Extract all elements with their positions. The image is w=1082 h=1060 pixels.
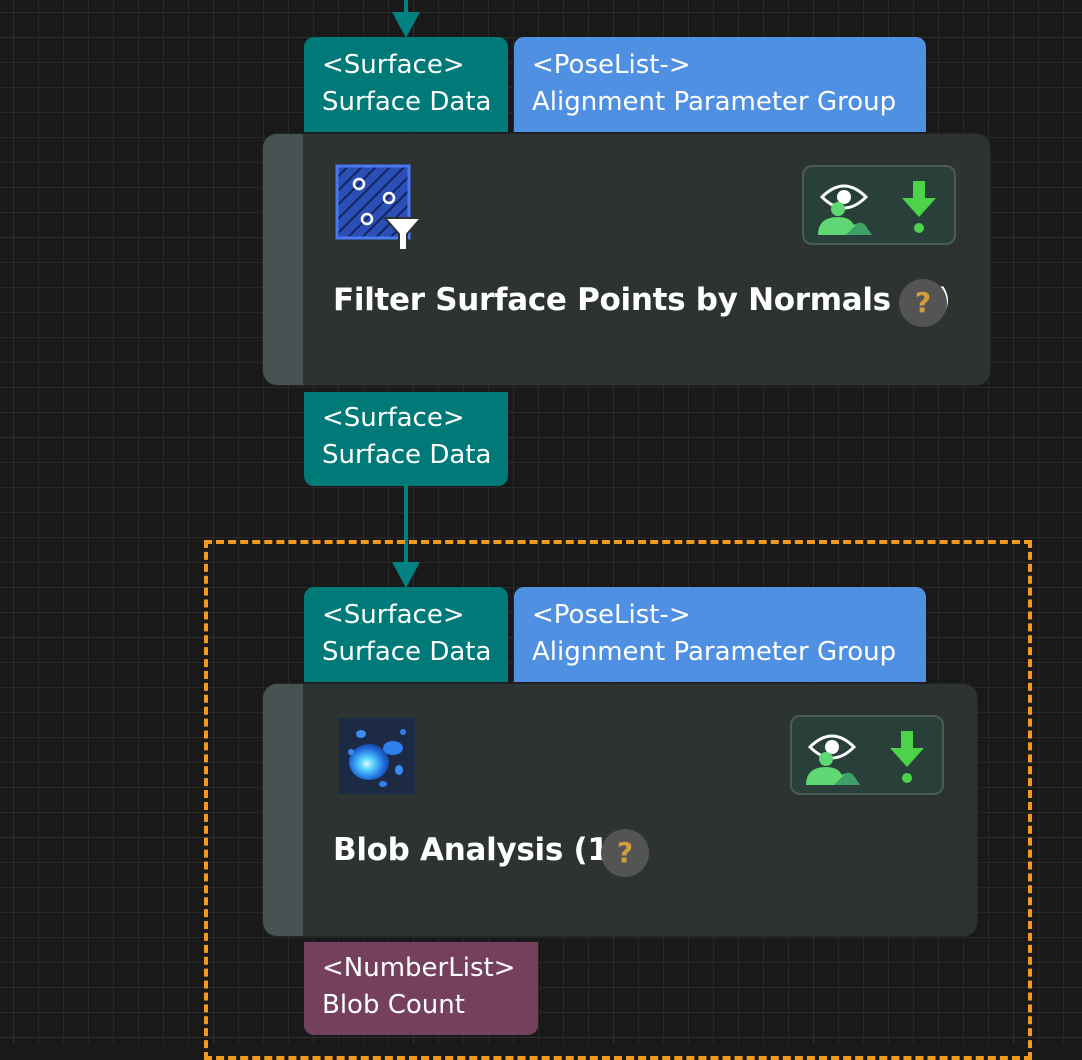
- input-port-alignment-parameter-group[interactable]: <PoseList-> Alignment Parameter Group: [514, 587, 926, 682]
- debug-output-icon[interactable]: [902, 181, 936, 237]
- node-toolbar: [790, 715, 944, 795]
- port-type: <Surface>: [322, 600, 465, 630]
- port-name: Alignment Parameter Group: [532, 637, 897, 667]
- port-type: <Surface>: [322, 50, 465, 80]
- visualize-output-icon[interactable]: [816, 177, 876, 235]
- help-button[interactable]: ?: [899, 279, 947, 327]
- output-port-blob-count[interactable]: <NumberList> Blob Count: [304, 942, 538, 1035]
- port-name: Surface Data: [322, 637, 492, 667]
- node-drag-handle[interactable]: [263, 684, 303, 936]
- step-node-blob-analysis[interactable]: Blob Analysis (1) ?: [263, 684, 977, 936]
- debug-output-icon[interactable]: [890, 731, 924, 787]
- input-port-surface-data[interactable]: <Surface> Surface Data: [304, 37, 508, 132]
- port-type: <NumberList>: [322, 953, 516, 983]
- node-drag-handle[interactable]: [263, 134, 303, 385]
- port-name: Blob Count: [322, 990, 465, 1020]
- port-name: Surface Data: [322, 87, 492, 117]
- output-port-surface-data[interactable]: <Surface> Surface Data: [304, 392, 508, 486]
- workflow-canvas[interactable]: <Surface> Surface Data <PoseList-> Align…: [0, 0, 1082, 1060]
- node-toolbar: [802, 165, 956, 245]
- visualize-output-icon[interactable]: [804, 727, 864, 785]
- port-type: <PoseList->: [532, 600, 691, 630]
- blob-analysis-icon: [339, 718, 415, 794]
- filter-surface-icon: [335, 164, 423, 251]
- input-port-alignment-parameter-group[interactable]: <PoseList-> Alignment Parameter Group: [514, 37, 926, 132]
- port-name: Alignment Parameter Group: [532, 87, 897, 117]
- help-button[interactable]: ?: [601, 829, 649, 877]
- connector-into-filter[interactable]: [392, 0, 420, 38]
- step-title: Blob Analysis (1): [333, 832, 623, 868]
- port-type: <PoseList->: [532, 50, 691, 80]
- step-node-filter-surface-points[interactable]: Filter Surface Points by Normals (1) ?: [263, 134, 990, 385]
- step-title: Filter Surface Points by Normals (1): [333, 282, 951, 318]
- port-name: Surface Data: [322, 440, 492, 470]
- port-type: <Surface>: [322, 403, 465, 433]
- input-port-surface-data[interactable]: <Surface> Surface Data: [304, 587, 508, 682]
